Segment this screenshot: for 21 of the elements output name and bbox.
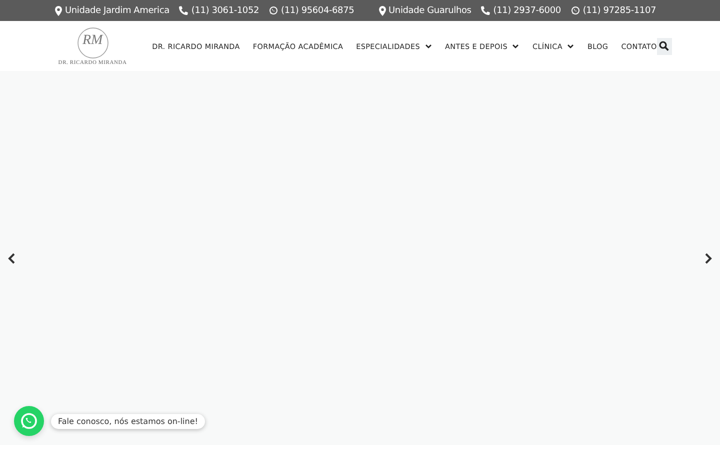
whatsapp-icon [269, 6, 278, 15]
caret-icon [512, 44, 520, 48]
chat-tooltip: Fale conosco, nós estamos on-line! [51, 414, 205, 428]
location-link[interactable]: Unidade Jardim America [65, 6, 170, 16]
phone-link[interactable]: (11) 3061-1052 [191, 6, 260, 16]
whatsapp-icon [20, 412, 38, 430]
whatsapp-link[interactable]: (11) 97285-1107 [582, 6, 656, 16]
logo-monogram: RM [82, 32, 103, 48]
whatsapp-icon [570, 6, 580, 15]
whatsapp-link[interactable]: (11) 95604-6875 [281, 6, 354, 16]
monogram-circle-icon [76, 26, 109, 58]
caret-icon [425, 44, 432, 48]
phone-icon [179, 6, 188, 15]
map-pin-icon [55, 6, 62, 16]
phone-link[interactable]: (11) 2937-6000 [493, 6, 561, 16]
search-button[interactable] [656, 38, 672, 54]
phone-icon [481, 6, 490, 15]
search-icon [659, 41, 670, 51]
caret-icon [567, 44, 574, 48]
location-link[interactable]: Unidade Guarulhos [388, 6, 472, 16]
map-pin-icon [378, 6, 386, 16]
